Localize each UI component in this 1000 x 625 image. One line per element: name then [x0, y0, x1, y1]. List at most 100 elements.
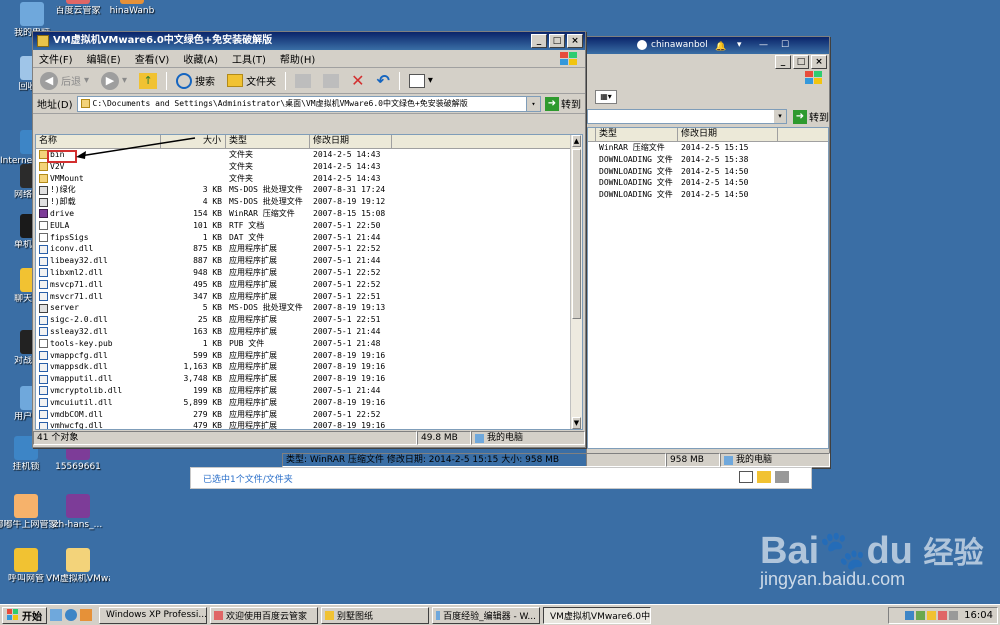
quicklaunch-ie-icon[interactable] [65, 609, 77, 621]
file-row[interactable]: vmhwcfg.dll 479 KB 应用程序扩展 2007-8-19 19:16 [36, 420, 582, 429]
back-address-dropdown[interactable]: ▾ [774, 110, 786, 123]
file-row[interactable]: vmcuiutil.dll 5,899 KB 应用程序扩展 2007-8-19 19:… [36, 397, 582, 409]
tray-qq-icon[interactable] [927, 611, 937, 620]
taskbar-button[interactable]: 百度经验_编辑器 - W... [432, 606, 540, 624]
maximize-button[interactable]: □ [549, 34, 565, 48]
back-address-box[interactable]: ▾ [587, 109, 787, 124]
delete-button[interactable]: ✕ [348, 70, 367, 92]
taskbar-button[interactable]: Windows XP Professi... [99, 606, 207, 624]
back-col-date[interactable]: 修改日期 [678, 128, 778, 141]
file-row[interactable]: EULA 101 KB RTF 文档 2007-5-1 22:50 [36, 220, 582, 232]
back-explorer-window[interactable]: chinawanbol 🔔 ▾ — ☐ _ □ × ▦▾ ▾ ➜ 转到 类型 修… [586, 36, 830, 468]
back-col-type[interactable]: 类型 [596, 128, 678, 141]
maximize-icon[interactable]: ☐ [781, 37, 789, 54]
back-file-list[interactable]: 类型 修改日期 WinRAR 压缩文件 2014-2-5 15:15 DOWNLOA… [587, 127, 829, 449]
quicklaunch-desktop-icon[interactable] [50, 609, 62, 621]
back-file-row[interactable]: DOWNLOADING 文件 2014-2-5 14:50 [588, 189, 828, 201]
file-list[interactable]: 名称 大小 类型 修改日期 bin 文件夹 2014-2-5 14:43 V2V 文件夹… [35, 134, 583, 430]
file-row[interactable]: vmdbCOM.dll 279 KB 应用程序扩展 2007-5-1 22:52 [36, 409, 582, 421]
start-button[interactable]: 开始 [2, 606, 47, 624]
col-date[interactable]: 修改日期 [310, 135, 392, 148]
menu-favorites[interactable]: 收藏(A) [183, 51, 218, 66]
quicklaunch-media-icon[interactable] [80, 609, 92, 621]
file-row[interactable]: !)绿化 3 KB MS-DOS 批处理文件 2007-8-31 17:24 [36, 184, 582, 196]
desktop-icon[interactable]: VM虚拟机VMware6... [46, 548, 110, 585]
back-dropdown-icon[interactable]: ▾ [84, 75, 89, 86]
file-row[interactable]: server 5 KB MS-DOS 批处理文件 2007-8-19 19:13 [36, 302, 582, 314]
folder-icon[interactable] [757, 471, 771, 483]
file-row[interactable]: libxml2.dll 948 KB 应用程序扩展 2007-5-1 22:52 [36, 267, 582, 279]
search-button[interactable]: 搜索 [173, 70, 218, 92]
folders-button[interactable]: 文件夹 [224, 70, 279, 92]
main-titlebar[interactable]: VM虚拟机VMware6.0中文绿色+免安装破解版 _ □ × [33, 32, 585, 50]
forward-button[interactable]: ▶ ▾ [98, 70, 130, 92]
back-button[interactable]: ◀ 后退 ▾ [37, 70, 92, 92]
address-dropdown[interactable]: ▾ [526, 96, 540, 111]
file-row[interactable]: sigc-2.0.dll 25 KB 应用程序扩展 2007-5-1 22:51 [36, 314, 582, 326]
views-button[interactable]: ▾ [406, 70, 436, 92]
up-folder-icon: ↑ [139, 72, 158, 89]
monitor-icon[interactable] [739, 471, 753, 483]
menu-tools[interactable]: 工具(T) [232, 51, 266, 66]
desktop-icon[interactable]: zh-hans_... [46, 494, 110, 531]
col-type[interactable]: 类型 [226, 135, 310, 148]
taskbar-button[interactable]: VM虚拟机VMware6.0中... [543, 606, 651, 624]
forward-dropdown-icon[interactable]: ▾ [122, 75, 127, 86]
desktop-icon[interactable]: hinaWanb [100, 0, 164, 17]
username-label: chinawanbol [651, 40, 708, 50]
menu-view[interactable]: 查看(V) [135, 51, 170, 66]
back-file-row[interactable]: DOWNLOADING 文件 2014-2-5 14:50 [588, 166, 828, 178]
view-toggle-icon[interactable] [775, 471, 789, 483]
taskbar-button[interactable]: 欢迎使用百度云管家 [210, 606, 318, 624]
file-row[interactable]: msvcr71.dll 347 KB 应用程序扩展 2007-5-1 22:51 [36, 291, 582, 303]
back-maximize-button[interactable]: □ [793, 55, 809, 69]
scroll-up-button[interactable]: ▲ [572, 135, 581, 147]
scroll-thumb[interactable] [572, 149, 581, 319]
file-row[interactable]: libeay32.dll 887 KB 应用程序扩展 2007-5-1 21:44 [36, 255, 582, 267]
scroll-down-button[interactable]: ▼ [572, 417, 581, 429]
tray-ime-icon[interactable] [916, 611, 926, 620]
file-row[interactable]: tools-key.pub 1 KB PUB 文件 2007-5-1 21:48 [36, 338, 582, 350]
minimize-button[interactable]: _ [531, 34, 547, 48]
address-input[interactable]: C:\Documents and Settings\Administrator\… [76, 95, 541, 112]
back-window-titlebar[interactable]: chinawanbol 🔔 ▾ — ☐ [587, 37, 829, 54]
file-row[interactable]: msvcp71.dll 495 KB 应用程序扩展 2007-5-1 22:52 [36, 279, 582, 291]
tray-security-icon[interactable] [938, 611, 948, 620]
menu-file[interactable]: 文件(F) [39, 51, 73, 66]
move-to-button[interactable] [292, 70, 314, 92]
file-row[interactable]: iconv.dll 875 KB 应用程序扩展 2007-5-1 22:52 [36, 243, 582, 255]
vertical-scrollbar[interactable]: ▲ ▼ [570, 135, 582, 429]
back-file-row[interactable]: DOWNLOADING 文件 2014-2-5 14:50 [588, 177, 828, 189]
main-explorer-window[interactable]: VM虚拟机VMware6.0中文绿色+免安装破解版 _ □ × 文件(F) 编辑… [32, 31, 586, 448]
menu-edit[interactable]: 编辑(E) [87, 51, 121, 66]
back-close-button[interactable]: × [811, 55, 827, 69]
file-row[interactable]: !)卸载 4 KB MS-DOS 批处理文件 2007-8-19 19:12 [36, 196, 582, 208]
close-button[interactable]: × [567, 34, 583, 48]
notification-icon[interactable]: 🔔 [715, 39, 726, 56]
undo-button[interactable]: ↶ [373, 70, 392, 92]
taskbar-button[interactable]: 别墅图纸 [321, 606, 429, 624]
back-view-button[interactable]: ▦▾ [595, 90, 617, 104]
file-row[interactable]: fipsSigs 1 KB DAT 文件 2007-5-1 21:44 [36, 232, 582, 244]
tray-network-icon[interactable] [905, 611, 915, 620]
minimize-icon[interactable]: — [759, 37, 768, 54]
file-row[interactable]: VMMount 文件夹 2014-2-5 14:43 [36, 173, 582, 185]
back-minimize-button[interactable]: _ [775, 55, 791, 69]
menu-help[interactable]: 帮助(H) [280, 51, 315, 66]
file-row[interactable]: drive 154 KB WinRAR 压缩文件 2007-8-15 15:08 [36, 208, 582, 220]
go-button[interactable]: ➜ 转到 [545, 96, 581, 111]
back-file-row[interactable]: DOWNLOADING 文件 2014-2-5 15:38 [588, 154, 828, 166]
up-folder-button[interactable]: ↑ [136, 70, 160, 92]
dropdown-icon[interactable]: ▾ [737, 37, 742, 54]
file-row[interactable]: vmappsdk.dll 1,163 KB 应用程序扩展 2007-8-19 19:1… [36, 361, 582, 373]
tray-volume-icon[interactable] [949, 611, 959, 620]
baidu-cloud-panel[interactable]: 已选中1个文件/文件夹 [190, 467, 812, 489]
copy-to-button[interactable] [320, 70, 342, 92]
dll-icon [39, 386, 48, 396]
file-row[interactable]: ssleay32.dll 163 KB 应用程序扩展 2007-5-1 21:44 [36, 326, 582, 338]
file-row[interactable]: vmapputil.dll 3,748 KB 应用程序扩展 2007-8-19 19:… [36, 373, 582, 385]
file-row[interactable]: vmappcfg.dll 599 KB 应用程序扩展 2007-8-19 19:16 [36, 350, 582, 362]
file-row[interactable]: vmcryptolib.dll 199 KB 应用程序扩展 2007-5-1 21:4… [36, 385, 582, 397]
back-file-row[interactable]: WinRAR 压缩文件 2014-2-5 15:15 [588, 142, 828, 154]
back-go-button[interactable]: ➜ 转到 [793, 109, 829, 124]
